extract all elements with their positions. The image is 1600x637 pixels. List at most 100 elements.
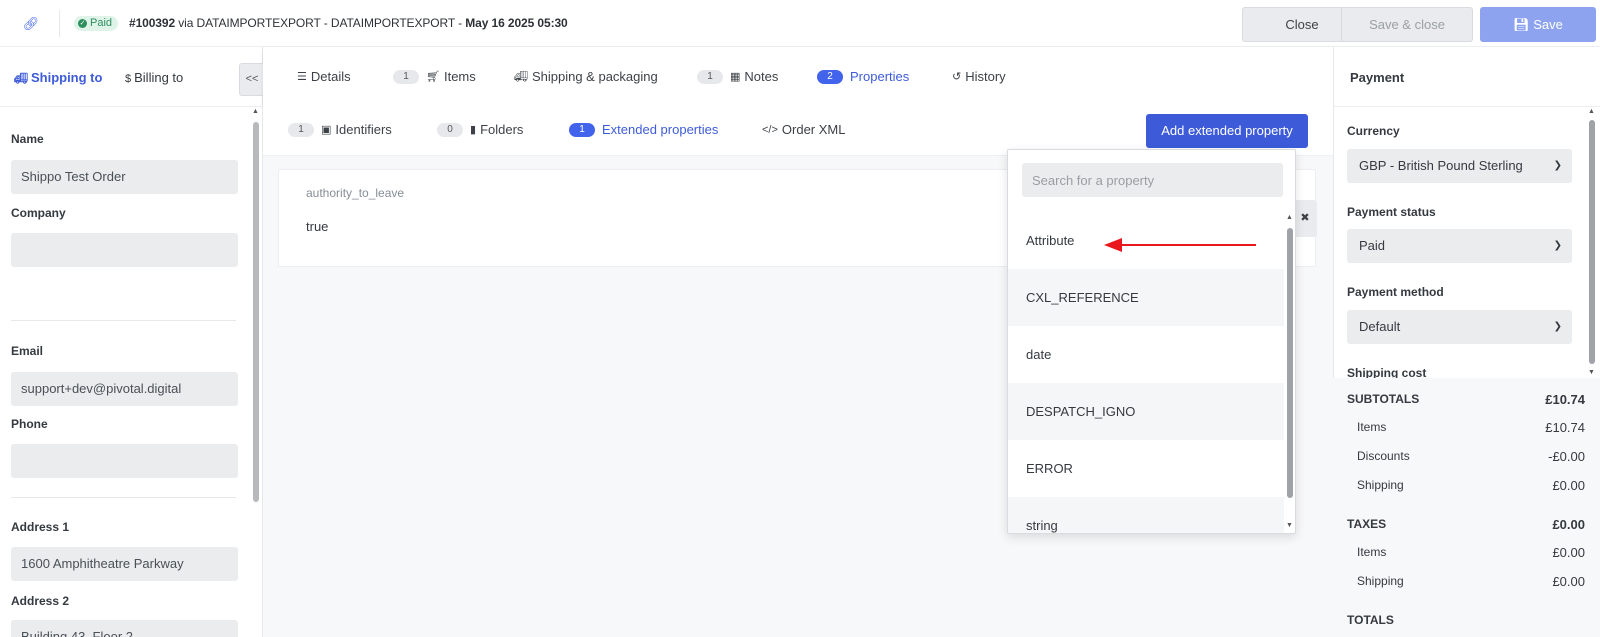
row-value: £10.74 [1545,420,1585,435]
save-close-button[interactable]: Save & close [1341,7,1473,42]
tab-label: Shipping & packaging [531,69,658,84]
property-dropdown: Attribute CXL_REFERENCE date DESPATCH_IG… [1007,149,1296,534]
row-value: -£0.00 [1548,449,1585,464]
scroll-up-icon[interactable]: ▲ [1588,108,1595,115]
tab-shipping-packaging[interactable]: 🚚︎ Shipping & packaging [514,69,658,84]
tab-label: Details [310,69,351,84]
close-icon: ✖ [1300,212,1310,224]
property-search-input[interactable] [1022,163,1283,197]
scrollbar-thumb[interactable] [1589,120,1595,364]
right-scrollbar[interactable]: ▲ ▼ [1587,108,1597,376]
row-value: £0.00 [1552,545,1585,560]
dollar-icon: $ [125,73,132,85]
dropdown-scrollbar[interactable]: ▲ ▼ [1284,212,1295,533]
tab-identifiers[interactable]: 1 ▣ Identifiers [288,122,392,137]
phone-field[interactable] [11,444,238,478]
scrollbar-thumb[interactable] [253,122,259,502]
currency-value: GBP - British Pound Sterling [1359,158,1523,173]
name-label: Name [11,132,44,146]
payment-header: Payment [1334,47,1600,107]
currency-select[interactable]: GBP - British Pound Sterling ❯ [1347,149,1572,183]
address2-field[interactable]: Building 43, Floor 2 [11,620,238,637]
email-field[interactable]: support+dev@pivotal.digital [11,372,238,406]
count-badge: 1 [569,122,595,137]
scroll-down-icon[interactable]: ▼ [1588,369,1595,376]
scroll-up-icon[interactable]: ▲ [252,108,259,115]
property-key: authority_to_leave [306,186,405,200]
scrollbar-thumb[interactable] [1287,228,1293,498]
truck-icon: 🚚︎ [514,71,528,83]
tab-properties[interactable]: 2 Properties [817,69,909,84]
tab-label: Notes [744,69,779,84]
remove-property-button[interactable]: ✖ [1293,200,1317,237]
tab-notes[interactable]: 1 ▦ Notes [697,69,778,84]
tab-label: Billing to [134,70,184,85]
collapse-panel-button[interactable]: << [239,63,265,96]
add-extended-property-button[interactable]: Add extended property [1146,114,1308,148]
count-badge: 1 [288,122,314,137]
tab-extended-properties[interactable]: 1 Extended properties [569,122,718,137]
address-tabs: 🚚︎ Shipping to $ Billing to [0,47,263,107]
email-label: Email [11,344,44,358]
truck-icon: 🚚︎ [14,73,28,85]
tab-label: Order XML [781,122,846,137]
list-item[interactable]: DESPATCH_IGNO [1008,383,1284,440]
order-tabs: ☰ Details 1 🛒︎ Items 🚚︎ Shipping & packagin… [263,47,1333,106]
address1-label: Address 1 [11,520,70,534]
chevron-down-icon: ❯ [1553,240,1562,251]
list-item[interactable]: CXL_REFERENCE [1008,269,1284,326]
divider [11,320,236,321]
tab-details[interactable]: ☰ Details [297,69,351,84]
tab-folders[interactable]: 0 ▮ Folders [437,122,523,137]
list-item[interactable]: date [1008,326,1284,383]
list-item[interactable]: ERROR [1008,440,1284,497]
order-source: via DATAIMPORTEXPORT - DATAIMPORTEXPORT … [178,16,462,30]
folder-icon: ▮ [470,124,477,136]
divider [59,10,60,37]
name-field[interactable]: Shippo Test Order [11,160,238,194]
save-button[interactable]: 💾︎ Save [1480,7,1596,42]
row-label: Items [1357,420,1387,434]
divider [11,497,236,498]
row-value: £10.74 [1545,392,1585,407]
property-value[interactable]: true [306,219,328,234]
payment-method-value: Default [1359,319,1401,334]
totals-area [1333,378,1600,637]
row-value: £0.00 [1552,478,1585,493]
tab-shipping-to[interactable]: 🚚︎ Shipping to [14,70,102,85]
note-icon: ▦ [730,71,741,83]
row-label: Discounts [1357,449,1410,463]
count-badge: 1 [393,69,419,84]
paid-badge-label: Paid [90,17,113,29]
count-badge: 1 [697,69,723,84]
order-number: #100392 [129,16,176,30]
address2-label: Address 2 [11,594,70,608]
tab-items[interactable]: 1 🛒︎ Items [393,69,476,84]
tab-label: Shipping to [30,70,103,85]
row-value: £0.00 [1552,574,1585,589]
scroll-up-icon[interactable]: ▲ [1286,214,1293,221]
row-label: SUBTOTALS [1347,392,1420,406]
tab-history[interactable]: ↺ History [952,69,1006,84]
tab-label: Items [443,69,476,84]
left-scrollbar[interactable]: ▲ [252,108,260,636]
row-label: TOTALS [1347,613,1394,627]
tab-label: Extended properties [602,122,719,137]
list-item[interactable]: string [1008,497,1284,533]
save-label: Save [1533,17,1563,32]
paid-status-badge: ✓ Paid [74,16,119,31]
link-icon[interactable]: 🔗︎ [20,13,42,35]
count-badge: 2 [817,69,843,84]
tab-order-xml[interactable]: </> Order XML [762,122,845,137]
company-field[interactable] [11,233,238,267]
payment-method-select[interactable]: Default ❯ [1347,310,1572,344]
tab-billing-to[interactable]: $ Billing to [125,70,183,85]
payment-status-value: Paid [1359,238,1386,253]
company-label: Company [11,206,66,220]
address1-field[interactable]: 1600 Amphitheatre Parkway [11,547,238,581]
scroll-down-icon[interactable]: ▼ [1286,522,1293,529]
row-value: £0.00 [1552,517,1585,532]
count-badge: 0 [437,122,463,137]
payment-status-select[interactable]: Paid ❯ [1347,229,1572,263]
payment-title: Payment [1350,70,1405,85]
